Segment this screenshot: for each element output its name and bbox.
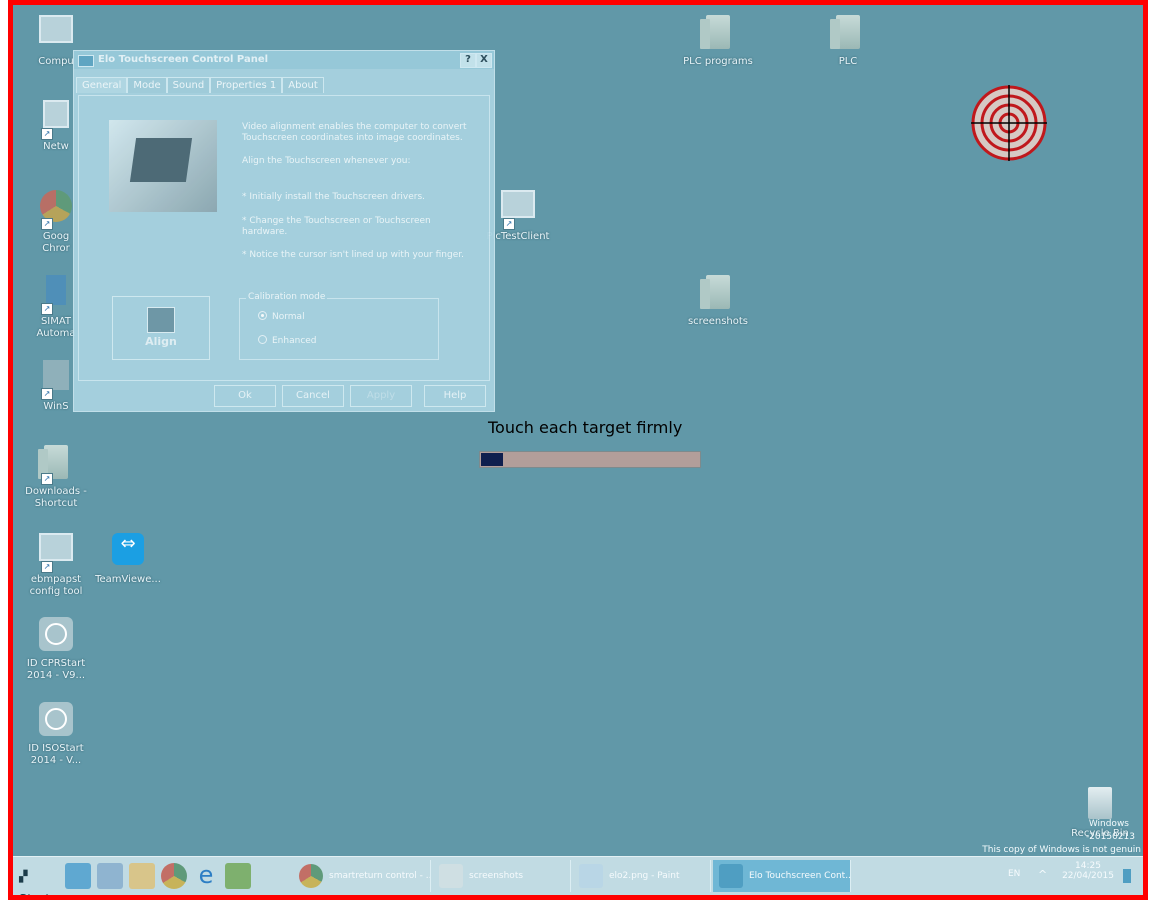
elo-app-icon: [78, 55, 94, 67]
show-desktop-strip[interactable]: [1123, 869, 1131, 883]
internet-explorer-icon[interactable]: e: [193, 863, 219, 889]
bullet-install-drivers: * Initially install the Touchscreen driv…: [242, 192, 426, 202]
align-when-text: Align the Touchscreen whenever you:: [242, 156, 411, 166]
calibration-mode-group: Calibration mode Normal Enhanced: [239, 292, 439, 360]
config-tool-icon: ↗: [39, 533, 73, 573]
align-button-label: Align: [145, 335, 177, 348]
desktop-icon-ebmpapst[interactable]: ↗ ebmpapst config tool: [16, 533, 96, 598]
clock-time: 14:25: [1075, 861, 1101, 871]
file-explorer-icon[interactable]: [129, 863, 155, 889]
desktop-icon-teamviewer[interactable]: TeamViewe...: [88, 533, 168, 586]
tab-sound[interactable]: Sound: [166, 77, 211, 93]
radio-normal[interactable]: Normal: [258, 311, 305, 322]
clock[interactable]: 14:25 22/04/2015: [1058, 861, 1118, 895]
desktop-icon-plc-programs[interactable]: PLC programs: [678, 15, 758, 68]
taskbar-item-smartreturn[interactable]: smartreturn control - ...: [293, 860, 431, 892]
help-title-button[interactable]: ?: [460, 53, 476, 68]
dialog-tabs: General Mode Sound Properties 1 About: [76, 77, 324, 97]
apply-button[interactable]: Apply: [350, 385, 412, 407]
cancel-button[interactable]: Cancel: [282, 385, 344, 407]
folder-icon: [830, 15, 865, 53]
align-icon: [147, 307, 175, 333]
ok-button[interactable]: Ok: [214, 385, 276, 407]
simatic-taskbar-icon[interactable]: [225, 863, 251, 889]
help-button[interactable]: Help: [424, 385, 486, 407]
general-panel: Video alignment enables the computer to …: [78, 95, 490, 381]
bullet-cursor-misaligned: * Notice the cursor isn't lined up with …: [242, 250, 464, 260]
desktop-icon-id-cprstart[interactable]: ID CPRStart 2014 - V9...: [16, 617, 96, 682]
dialog-title: Elo Touchscreen Control Panel: [98, 54, 269, 65]
clock-date: 22/04/2015: [1062, 871, 1114, 881]
show-desktop-icon[interactable]: [65, 863, 91, 889]
chrome-icon: [299, 864, 323, 888]
desktop-icon-id-isostart[interactable]: ID ISOStart 2014 - V...: [16, 702, 96, 767]
folder-icon: [439, 864, 463, 888]
dialog-titlebar[interactable]: Elo Touchscreen Control Panel ? X: [74, 51, 494, 69]
taskbar-item-paint[interactable]: elo2.png - Paint: [573, 860, 711, 892]
network-icon: ↗: [39, 100, 73, 140]
touchscreen-device-image: [109, 120, 217, 212]
desktop-icon-downloads-shortcut[interactable]: ↗ Downloads - Shortcut: [16, 445, 96, 510]
close-title-button[interactable]: X: [476, 53, 492, 68]
radio-enhanced[interactable]: Enhanced: [258, 335, 317, 346]
tab-general[interactable]: General: [76, 77, 128, 93]
computer-icon: [39, 15, 73, 53]
wins-icon: ↗: [39, 360, 73, 400]
chrome-icon: ↗: [39, 190, 73, 230]
plctestclient-icon: ↗: [501, 190, 535, 230]
elo-control-panel-dialog: Elo Touchscreen Control Panel ? X Genera…: [73, 50, 495, 412]
elo-app-icon: [719, 864, 743, 888]
taskbar-item-elo-touchscreen[interactable]: Elo Touchscreen Cont...: [713, 860, 851, 892]
tab-properties-1[interactable]: Properties 1: [210, 77, 283, 93]
calibration-prompt: Touch each target firmly: [488, 418, 683, 437]
downloads-folder-icon: ↗: [38, 445, 73, 485]
taskbar: ▞ Start e smartreturn control - ... scre…: [13, 856, 1143, 895]
language-indicator[interactable]: EN: [1008, 869, 1020, 895]
teamviewer-icon: [111, 533, 145, 571]
align-button[interactable]: Align: [112, 296, 210, 360]
calibration-mode-legend: Calibration mode: [246, 292, 328, 302]
calibration-progress-fill: [481, 453, 503, 466]
desktop-icon-screenshots[interactable]: screenshots: [678, 275, 758, 328]
bullet-change-hardware: * Change the Touchscreen or Touchscreen …: [242, 216, 431, 237]
watermark-line1: Windows: [1088, 819, 1129, 829]
watermark-line3: This copy of Windows is not genuin: [982, 845, 1141, 855]
simatic-icon: ↗: [39, 275, 73, 315]
folder-icon: [700, 15, 735, 53]
calibration-target-icon[interactable]: [971, 85, 1047, 161]
start-button[interactable]: ▞ Start: [15, 866, 59, 895]
intro-text: Video alignment enables the computer to …: [242, 122, 467, 143]
calibration-progress-bar: [479, 451, 701, 468]
desktop-icon-plc[interactable]: PLC: [808, 15, 888, 68]
server-manager-icon[interactable]: [97, 863, 123, 889]
tab-mode[interactable]: Mode: [127, 77, 167, 93]
tray-chevron-icon[interactable]: ^: [1038, 868, 1047, 895]
taskbar-item-screenshots[interactable]: screenshots: [433, 860, 571, 892]
radio-dot-icon: [258, 335, 267, 344]
chrome-taskbar-icon[interactable]: [161, 863, 187, 889]
radio-dot-icon: [258, 311, 267, 320]
id-isostart-icon: [39, 702, 73, 740]
watermark-line2: -20150213: [1085, 832, 1135, 842]
desktop-screen: Compu ↗ Netw ↗ Goog Chror ↗ SIMAT Automa…: [8, 0, 1148, 900]
folder-icon: [700, 275, 735, 313]
id-cprstart-icon: [39, 617, 73, 655]
tab-about[interactable]: About: [282, 77, 324, 93]
start-logo-icon: ▞: [19, 870, 28, 883]
paint-icon: [579, 864, 603, 888]
